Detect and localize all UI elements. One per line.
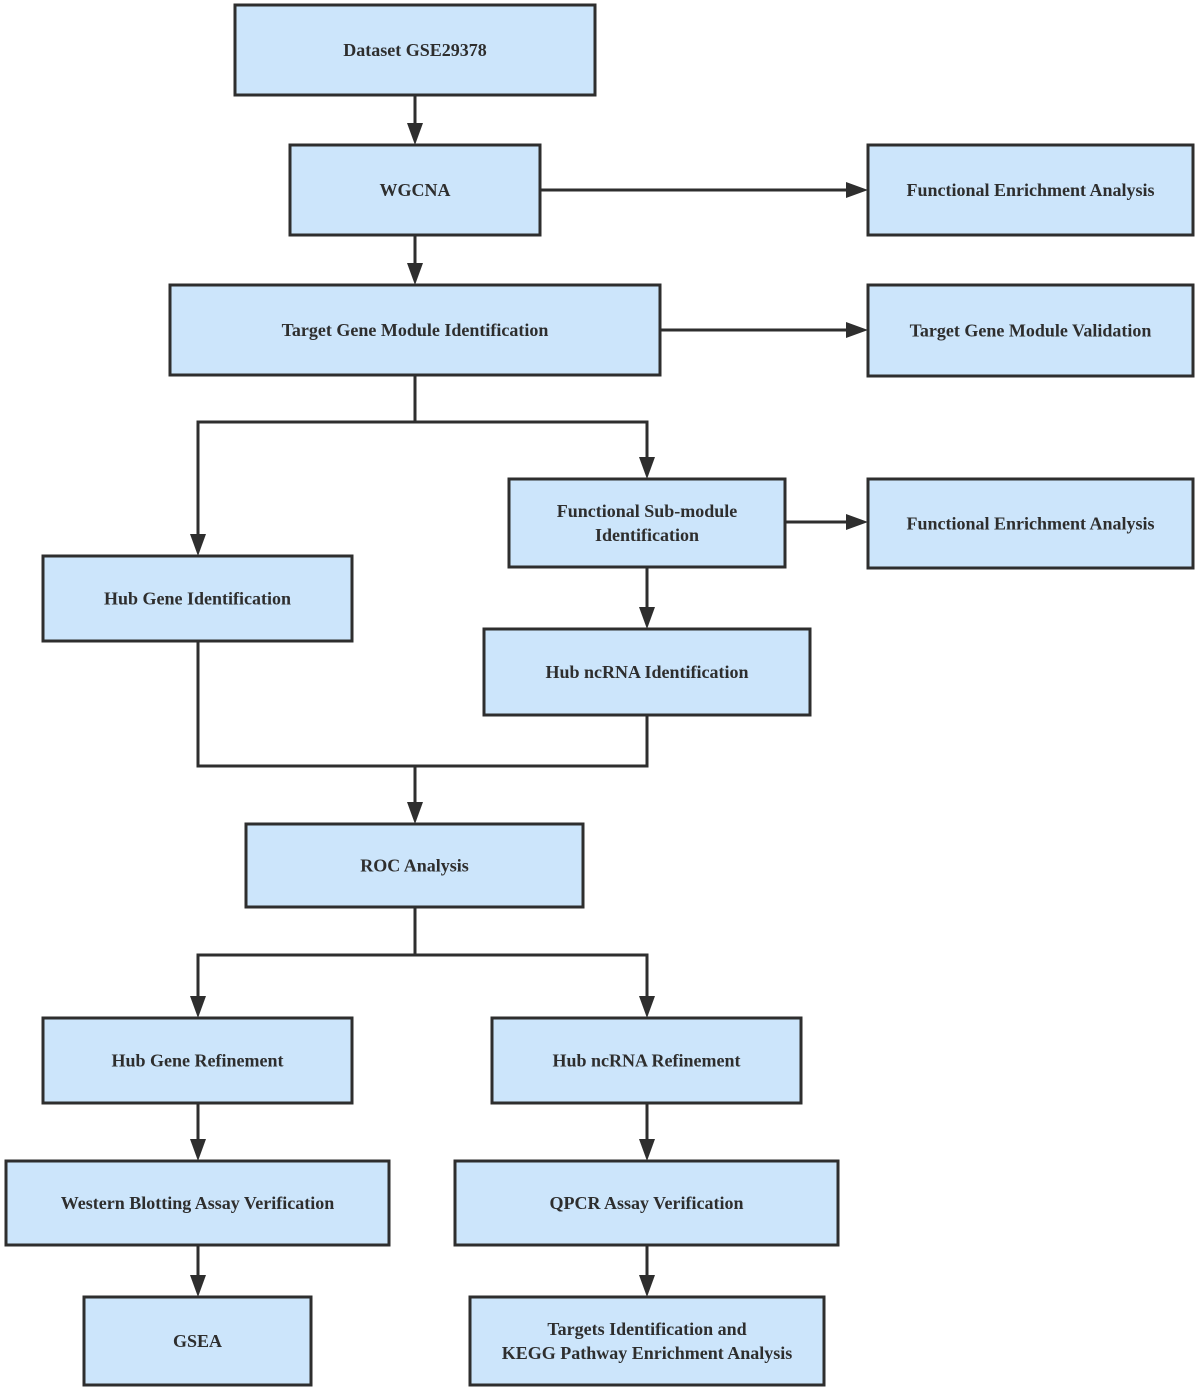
edge-dataset-wgcna (407, 95, 423, 145)
node-label: ROC Analysis (360, 856, 469, 876)
edge-fsmi-fea2 (785, 514, 868, 530)
arrowhead-icon (846, 182, 868, 198)
edge-wgcna-fea1 (540, 182, 868, 198)
node-roc: ROC Analysis (244, 822, 585, 909)
node-label: QPCR Assay Verification (549, 1193, 743, 1213)
node-label: Targets Identification and (547, 1319, 746, 1339)
edge-tgmi-tgmv (660, 322, 868, 338)
node-label: Western Blotting Assay Verification (61, 1193, 335, 1213)
node-label: Target Gene Module Validation (910, 321, 1152, 341)
node-fea1: Functional Enrichment Analysis (866, 143, 1195, 237)
node-label: Target Gene Module Identification (282, 320, 549, 340)
connector-line (196, 907, 417, 998)
node-box (468, 1295, 826, 1387)
node-fea2: Functional Enrichment Analysis (866, 477, 1195, 570)
arrowhead-icon (639, 607, 655, 629)
edge-tgmi-fsmi (415, 420, 655, 479)
node-tgmi: Target Gene Module Identification (168, 283, 662, 377)
edge-roc-hnref (415, 953, 655, 1018)
arrowhead-icon (846, 322, 868, 338)
connector-line (415, 715, 649, 768)
connector-line (415, 953, 649, 998)
arrowhead-icon (190, 534, 206, 556)
edge-hnref-qpcr (639, 1103, 655, 1161)
node-label: Hub Gene Identification (104, 589, 291, 609)
node-label: Identification (595, 525, 699, 545)
connector-line (196, 375, 417, 536)
node-wb: Western Blotting Assay Verification (4, 1159, 391, 1247)
edge-hubgene-roc (196, 641, 423, 824)
arrowhead-icon (190, 1139, 206, 1161)
arrowhead-icon (639, 1275, 655, 1297)
edge-hgref-wb (190, 1103, 206, 1161)
node-hubncrna: Hub ncRNA Identification (482, 627, 812, 717)
arrowhead-icon (639, 1139, 655, 1161)
edge-wb-gsea (190, 1245, 206, 1297)
edge-hubncrna-roc (415, 715, 649, 768)
edge-qpcr-kegg (639, 1245, 655, 1297)
edge-wgcna-tgmi (407, 235, 423, 285)
node-qpcr: QPCR Assay Verification (453, 1159, 840, 1247)
arrowhead-icon (407, 263, 423, 285)
node-hgref: Hub Gene Refinement (41, 1016, 354, 1105)
node-hnref: Hub ncRNA Refinement (490, 1016, 803, 1105)
arrowhead-icon (639, 996, 655, 1018)
node-hubgene: Hub Gene Identification (41, 554, 354, 643)
node-label: WGCNA (380, 180, 451, 200)
node-kegg: Targets Identification and KEGG Pathway E… (468, 1295, 826, 1387)
node-label: Hub ncRNA Identification (545, 662, 748, 682)
node-label: Dataset GSE29378 (343, 40, 487, 60)
node-label: KEGG Pathway Enrichment Analysis (502, 1343, 793, 1363)
node-label: Hub Gene Refinement (112, 1051, 284, 1071)
arrowhead-icon (639, 457, 655, 479)
arrowhead-icon (190, 1275, 206, 1297)
connector-line (415, 420, 649, 459)
connector-line (196, 641, 417, 804)
arrowhead-icon (407, 802, 423, 824)
arrowhead-icon (190, 996, 206, 1018)
node-gsea: GSEA (82, 1295, 313, 1387)
edge-roc-hgref (190, 907, 417, 1018)
flowchart: Dataset GSE29378 WGCNA Functional Enrichme… (4, 3, 1195, 1387)
edge-tgmi-hubgene (190, 375, 417, 556)
arrowhead-icon (407, 123, 423, 145)
node-label: GSEA (173, 1331, 222, 1351)
arrowhead-icon (846, 514, 868, 530)
node-tgmv: Target Gene Module Validation (866, 283, 1195, 378)
node-label: Functional Sub-module (557, 501, 738, 521)
nodes-layer: Dataset GSE29378 WGCNA Functional Enrichme… (4, 3, 1195, 1387)
node-fsmi: Functional Sub-module Identification (507, 477, 787, 569)
node-label: Hub ncRNA Refinement (553, 1051, 741, 1071)
node-wgcna: WGCNA (288, 143, 542, 237)
node-label: Functional Enrichment Analysis (906, 180, 1154, 200)
node-label: Functional Enrichment Analysis (906, 514, 1154, 534)
node-box (507, 477, 787, 569)
edge-fsmi-hubncrna (639, 567, 655, 629)
node-dataset: Dataset GSE29378 (233, 3, 597, 97)
